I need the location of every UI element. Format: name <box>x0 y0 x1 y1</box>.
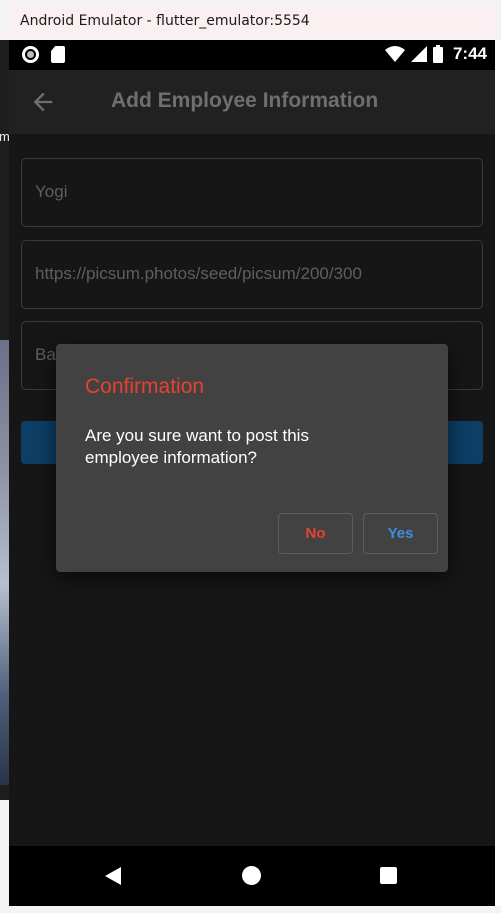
dialog-title: Confirmation <box>85 375 205 398</box>
window-titlebar[interactable]: Android Emulator - flutter_emulator:5554 <box>8 5 495 39</box>
nav-back-icon[interactable] <box>105 867 121 885</box>
sd-card-icon <box>51 46 65 63</box>
status-bar: 7:44 <box>9 40 495 70</box>
record-icon <box>22 46 39 63</box>
wifi-icon <box>384 46 405 62</box>
nav-home-icon[interactable] <box>242 866 261 885</box>
status-time: 7:44 <box>452 44 487 63</box>
confirmation-dialog: Confirmation Are you sure want to post t… <box>56 344 448 572</box>
name-field-value: Yogi <box>35 182 68 201</box>
name-field[interactable]: Yogi <box>21 158 483 227</box>
status-bar-right: 7:44 <box>384 44 487 64</box>
phone-screen: 7:44 Add Employee Information Yogi https… <box>9 40 495 906</box>
battery-icon <box>432 45 443 63</box>
image-url-field[interactable]: https://picsum.photos/seed/picsum/200/30… <box>21 240 483 309</box>
window-title: Android Emulator - flutter_emulator:5554 <box>20 13 310 29</box>
dialog-message: Are you sure want to post this employee … <box>85 426 309 467</box>
signal-icon <box>410 46 427 62</box>
arrow-back-icon[interactable] <box>29 88 57 116</box>
page-title: Add Employee Information <box>111 89 379 112</box>
nav-recents-icon[interactable] <box>380 867 397 884</box>
yes-button[interactable]: Yes <box>363 513 438 554</box>
desktop-wallpaper <box>0 340 9 785</box>
image-url-field-value: https://picsum.photos/seed/picsum/200/30… <box>35 264 362 283</box>
navigation-bar <box>9 846 495 906</box>
app-bar: Add Employee Information <box>9 70 495 134</box>
no-button[interactable]: No <box>278 513 353 554</box>
third-field-value: Ba <box>35 345 56 364</box>
emulator-window: Android Emulator - flutter_emulator:5554… <box>0 0 501 913</box>
window-right-edge <box>495 40 501 906</box>
